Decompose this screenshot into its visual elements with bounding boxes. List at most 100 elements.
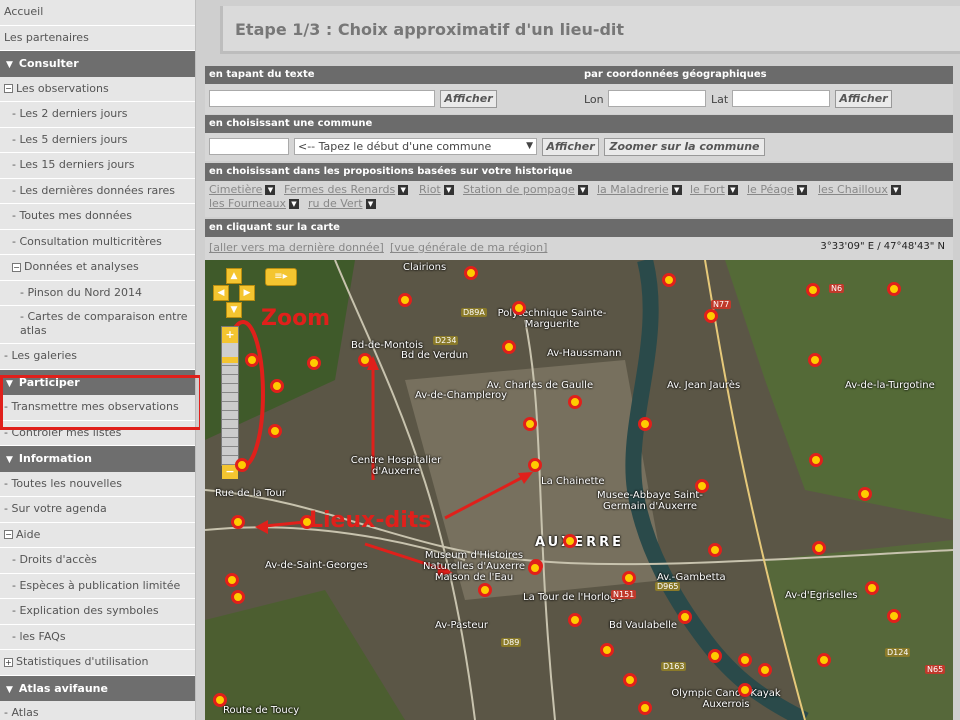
commune-select[interactable]: <-- Tapez le début d'une commune ▼ [294, 138, 537, 155]
sidebar-item-4[interactable]: - Les 2 derniers jours [0, 102, 195, 128]
collapse-icon[interactable]: − [4, 530, 13, 539]
history-item[interactable]: Station de pompage ▼ [463, 183, 588, 196]
sidebar-item-23[interactable]: - Explication des symboles [0, 599, 195, 625]
commune-input[interactable] [209, 138, 289, 155]
dropdown-arrow-icon[interactable]: ▼ [890, 185, 901, 195]
lieu-dit-marker[interactable] [300, 515, 314, 529]
lieu-dit-marker[interactable] [708, 543, 722, 557]
pan-right-icon[interactable]: ▶ [239, 285, 255, 301]
history-item[interactable]: les Chailloux ▼ [818, 183, 901, 196]
region-view-link[interactable]: [vue générale de ma région] [390, 241, 547, 254]
lieu-dit-marker[interactable] [817, 653, 831, 667]
lieu-dit-marker[interactable] [307, 356, 321, 370]
lieu-dit-marker[interactable] [478, 583, 492, 597]
lieu-dit-marker[interactable] [812, 541, 826, 555]
sidebar-item-10[interactable]: − Données et analyses [0, 255, 195, 281]
sidebar-section-26[interactable]: ▼ Atlas avifaune [0, 675, 195, 701]
dropdown-arrow-icon[interactable]: ▼ [288, 199, 299, 209]
sidebar-item-21[interactable]: - Droits d'accès [0, 548, 195, 574]
lieu-dit-marker[interactable] [758, 663, 772, 677]
lieu-dit-marker[interactable] [622, 571, 636, 585]
history-item[interactable]: Cimetière ▼ [209, 183, 276, 196]
lieu-dit-marker[interactable] [806, 283, 820, 297]
lieu-dit-marker[interactable] [235, 458, 249, 472]
coord-search-button[interactable]: Afficher [835, 90, 892, 108]
sidebar-item-7[interactable]: - Les dernières données rares [0, 179, 195, 204]
lieu-dit-marker[interactable] [563, 534, 577, 548]
lieu-dit-marker[interactable] [268, 424, 282, 438]
collapse-icon[interactable]: − [12, 262, 21, 272]
lieu-dit-marker[interactable] [231, 515, 245, 529]
sidebar-section-2[interactable]: ▼ Consulter [0, 51, 195, 77]
text-search-input[interactable] [209, 90, 435, 107]
zoom-slider[interactable] [222, 357, 238, 465]
dropdown-arrow-icon[interactable]: ▼ [265, 185, 276, 195]
dropdown-arrow-icon[interactable]: ▼ [398, 185, 409, 195]
commune-show-button[interactable]: Afficher [542, 138, 599, 156]
lieu-dit-marker[interactable] [858, 487, 872, 501]
sidebar-item-6[interactable]: - Les 15 derniers jours [0, 153, 195, 179]
sidebar-item-19[interactable]: - Sur votre agenda [0, 497, 195, 523]
lieu-dit-marker[interactable] [502, 340, 516, 354]
lieu-dit-marker[interactable] [623, 673, 637, 687]
lieu-dit-marker[interactable] [738, 653, 752, 667]
lieu-dit-marker[interactable] [568, 613, 582, 627]
lieu-dit-marker[interactable] [528, 561, 542, 575]
lieu-dit-marker[interactable] [358, 353, 372, 367]
sidebar-item-20[interactable]: − Aide [0, 523, 195, 548]
lieu-dit-marker[interactable] [213, 693, 227, 707]
lieu-dit-marker[interactable] [887, 609, 901, 623]
sidebar-item-9[interactable]: - Consultation multicritères [0, 230, 195, 255]
layer-switcher-icon[interactable]: ≡▸ [265, 268, 297, 286]
sidebar-item-0[interactable]: Accueil [0, 0, 195, 26]
lieu-dit-marker[interactable] [600, 643, 614, 657]
lieu-dit-marker[interactable] [738, 683, 752, 697]
lieu-dit-marker[interactable] [638, 701, 652, 715]
history-item[interactable]: Riot ▼ [419, 183, 454, 196]
sidebar-item-24[interactable]: - les FAQs [0, 625, 195, 650]
pan-up-icon[interactable]: ▲ [226, 268, 242, 284]
sidebar-item-3[interactable]: − Les observations [0, 77, 195, 102]
lieu-dit-marker[interactable] [225, 573, 239, 587]
lieu-dit-marker[interactable] [887, 282, 901, 296]
text-search-button[interactable]: Afficher [440, 90, 497, 108]
expand-icon[interactable]: + [4, 657, 13, 667]
dropdown-arrow-icon[interactable]: ▼ [577, 185, 588, 195]
sidebar-item-1[interactable]: Les partenaires [0, 26, 195, 51]
lieu-dit-marker[interactable] [528, 458, 542, 472]
lieu-dit-marker[interactable] [638, 417, 652, 431]
sidebar-item-15[interactable]: - Transmettre mes observations [0, 395, 195, 421]
lieu-dit-marker[interactable] [245, 353, 259, 367]
lieu-dit-marker[interactable] [523, 417, 537, 431]
map[interactable]: ▲ ◀ ▶ ▼ ≡▸ + − Zoom Lieux-dits AUXERRE Po… [205, 260, 953, 720]
commune-zoom-button[interactable]: Zoomer sur la commune [604, 138, 765, 156]
lieu-dit-marker[interactable] [512, 301, 526, 315]
sidebar-item-8[interactable]: - Toutes mes données [0, 204, 195, 230]
sidebar-section-17[interactable]: ▼ Information [0, 446, 195, 472]
sidebar-item-27[interactable]: - Atlas [0, 701, 195, 720]
lieu-dit-marker[interactable] [809, 453, 823, 467]
sidebar-section-14[interactable]: ▼ Participer [0, 369, 195, 395]
pan-left-icon[interactable]: ◀ [213, 285, 229, 301]
history-item[interactable]: les Fourneaux ▼ [209, 197, 299, 210]
lieu-dit-marker[interactable] [708, 649, 722, 663]
lieu-dit-marker[interactable] [568, 395, 582, 409]
lieu-dit-marker[interactable] [704, 309, 718, 323]
sidebar-item-18[interactable]: - Toutes les nouvelles [0, 472, 195, 497]
sidebar-item-5[interactable]: - Les 5 derniers jours [0, 128, 195, 153]
collapse-icon[interactable]: − [4, 84, 13, 93]
lieu-dit-marker[interactable] [808, 353, 822, 367]
zoom-slider-handle[interactable] [222, 357, 238, 363]
pan-down-icon[interactable]: ▼ [226, 302, 242, 318]
dropdown-arrow-icon[interactable]: ▼ [796, 185, 807, 195]
dropdown-arrow-icon[interactable]: ▼ [365, 199, 376, 209]
sidebar-item-16[interactable]: - Contrôler mes listes [0, 421, 195, 446]
sidebar-item-12[interactable]: - Cartes de comparaison entre atlas [0, 306, 195, 344]
dropdown-arrow-icon[interactable]: ▼ [727, 185, 738, 195]
lieu-dit-marker[interactable] [662, 273, 676, 287]
sidebar-item-25[interactable]: + Statistiques d'utilisation [0, 650, 195, 676]
history-item[interactable]: Fermes des Renards ▼ [284, 183, 409, 196]
lieu-dit-marker[interactable] [865, 581, 879, 595]
lieu-dit-marker[interactable] [270, 379, 284, 393]
sidebar-item-13[interactable]: - Les galeries [0, 344, 195, 370]
